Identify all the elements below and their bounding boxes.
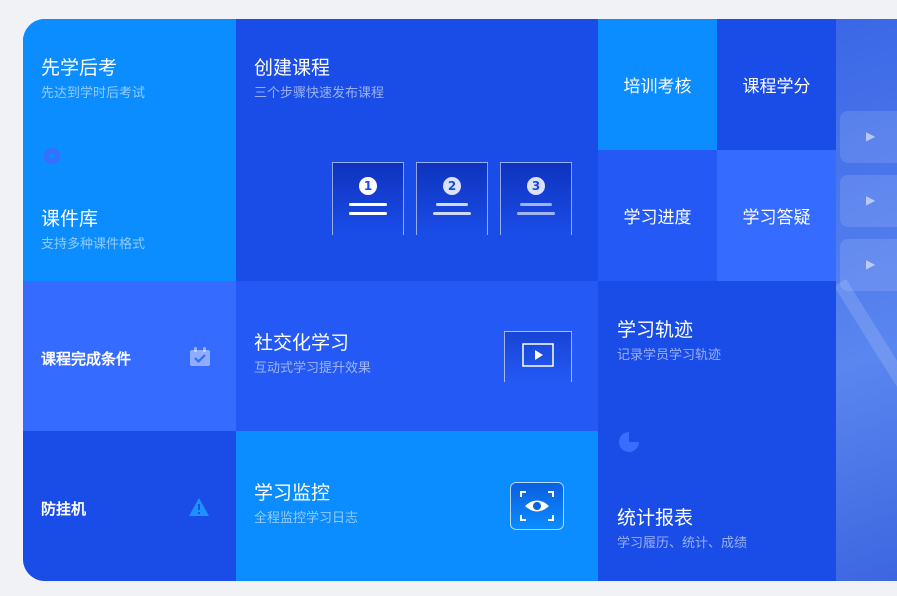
tile-title: 课程学分 [742, 77, 811, 97]
tile-subtitle: 记录学员学习轨迹 [617, 348, 722, 363]
play-icon [522, 343, 554, 371]
tile-learning-progress[interactable]: 学习进度 [598, 150, 717, 281]
tile-social-learning[interactable]: 社交化学习 互动式学习提升效果 [236, 281, 598, 431]
step-number: 1 [359, 177, 377, 195]
tile-title: 创建课程 [254, 57, 331, 79]
tile-create-course[interactable]: 创建课程 三个步骤快速发布课程 1 2 3 [236, 19, 598, 281]
tile-subtitle: 全程监控学习日志 [254, 511, 359, 526]
step-card-2: 2 [416, 162, 488, 235]
video-frame [504, 331, 572, 382]
tile-subtitle: 三个步骤快速发布课程 [254, 86, 385, 101]
pie-chart-icon [618, 431, 640, 457]
tile-title: 课件库 [41, 208, 99, 230]
tile-title: 社交化学习 [254, 332, 350, 354]
feature-board: 先学后考 先达到学时后考试 课件库 支持多种课件格式 创建课程 三个步骤快速发布… [23, 19, 897, 581]
tile-course-credits[interactable]: 课程学分 [717, 19, 836, 150]
step-number: 3 [527, 177, 545, 195]
step-number: 2 [443, 177, 461, 195]
eye-scan-icon [510, 482, 564, 530]
tile-study-before-exam[interactable]: 先学后考 先达到学时后考试 课件库 支持多种课件格式 [23, 19, 236, 281]
tile-title: 统计报表 [617, 507, 694, 529]
tile-anti-idle[interactable]: 防挂机 [23, 431, 236, 581]
tile-subtitle: 支持多种课件格式 [41, 237, 146, 252]
gear-icon [43, 147, 61, 165]
tile-title: 防挂机 [41, 500, 87, 518]
step-card-3: 3 [500, 162, 572, 235]
tile-learning-qa[interactable]: 学习答疑 [717, 150, 836, 281]
warning-icon [188, 497, 210, 521]
side-decoration: ▶ ▶ ▶ [836, 19, 897, 581]
step-card-1: 1 [332, 162, 404, 235]
tile-subtitle: 学习履历、统计、成绩 [617, 536, 748, 551]
tile-title: 先学后考 [41, 57, 118, 79]
tile-training-exam[interactable]: 培训考核 [598, 19, 717, 150]
tile-title: 课程完成条件 [41, 350, 132, 368]
tile-learning-track[interactable]: 学习轨迹 记录学员学习轨迹 统计报表 学习履历、统计、成绩 [598, 281, 836, 581]
tile-learning-monitor[interactable]: 学习监控 全程监控学习日志 [236, 431, 598, 581]
tile-title: 学习进度 [623, 208, 692, 228]
tile-subtitle: 互动式学习提升效果 [254, 361, 372, 376]
tile-title: 培训考核 [623, 77, 692, 97]
tile-title: 学习监控 [254, 482, 331, 504]
tile-completion-conditions[interactable]: 课程完成条件 [23, 281, 236, 431]
tile-subtitle: 先达到学时后考试 [41, 86, 146, 101]
tile-title: 学习轨迹 [617, 319, 694, 341]
calendar-check-icon [189, 347, 211, 371]
tile-title: 学习答疑 [742, 208, 811, 228]
